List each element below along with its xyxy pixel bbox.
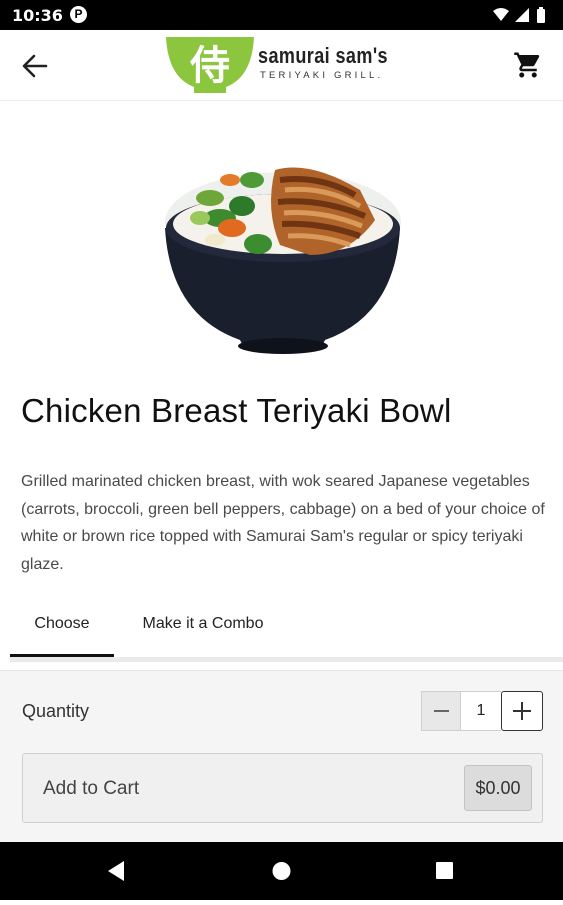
product-image — [160, 150, 405, 360]
shopping-cart-icon — [514, 52, 540, 78]
order-panel: Quantity 1 Add to Cart $0.00 — [0, 670, 563, 843]
tabs-divider — [10, 657, 563, 662]
increase-quantity-button[interactable] — [501, 691, 543, 731]
brand-logo: 侍 samurai sam's TERIYAKI GRILL. — [166, 35, 400, 95]
arrow-left-icon — [22, 54, 48, 78]
minus-icon — [434, 710, 449, 712]
product-title: Chicken Breast Teriyaki Bowl — [21, 392, 452, 429]
tab-make-it-a-combo[interactable]: Make it a Combo — [122, 600, 284, 656]
status-bar: 10:36 P — [0, 0, 563, 30]
quantity-value[interactable]: 1 — [461, 691, 501, 731]
nav-bar-icons — [108, 861, 453, 881]
home-circle-icon — [272, 862, 291, 880]
signal-icon — [515, 8, 529, 22]
wifi-signal-battery-icons — [493, 7, 545, 23]
quantity-label: Quantity — [22, 701, 90, 721]
back-button[interactable] — [20, 51, 50, 81]
price-badge: $0.00 — [464, 765, 532, 811]
teriyaki-bowl-photo — [165, 167, 401, 354]
logo-bowl-mark: 侍 — [166, 37, 254, 93]
notification-icon: P — [70, 6, 87, 23]
battery-icon — [537, 9, 545, 23]
recents-square-icon — [436, 862, 453, 879]
back-triangle-icon — [108, 861, 124, 881]
cart-button[interactable] — [513, 50, 543, 80]
quantity-stepper: 1 — [421, 691, 543, 731]
app-bar: 侍 samurai sam's TERIYAKI GRILL. — [0, 30, 563, 101]
add-to-cart-button[interactable]: Add to Cart $0.00 — [22, 753, 543, 823]
status-time: 10:36 — [12, 6, 63, 25]
status-icons — [491, 6, 551, 29]
logo-name: samurai sam's — [258, 43, 388, 68]
wifi-icon — [493, 8, 509, 21]
tab-choose[interactable]: Choose — [10, 600, 114, 656]
logo-tagline: TERIYAKI GRILL. — [260, 70, 384, 81]
decrease-quantity-button[interactable] — [421, 691, 461, 731]
system-nav-bar — [0, 842, 563, 900]
product-description: Grilled marinated chicken breast, with w… — [21, 473, 545, 573]
logo-glyph: 侍 — [189, 43, 230, 89]
add-to-cart-label: Add to Cart — [43, 778, 140, 799]
